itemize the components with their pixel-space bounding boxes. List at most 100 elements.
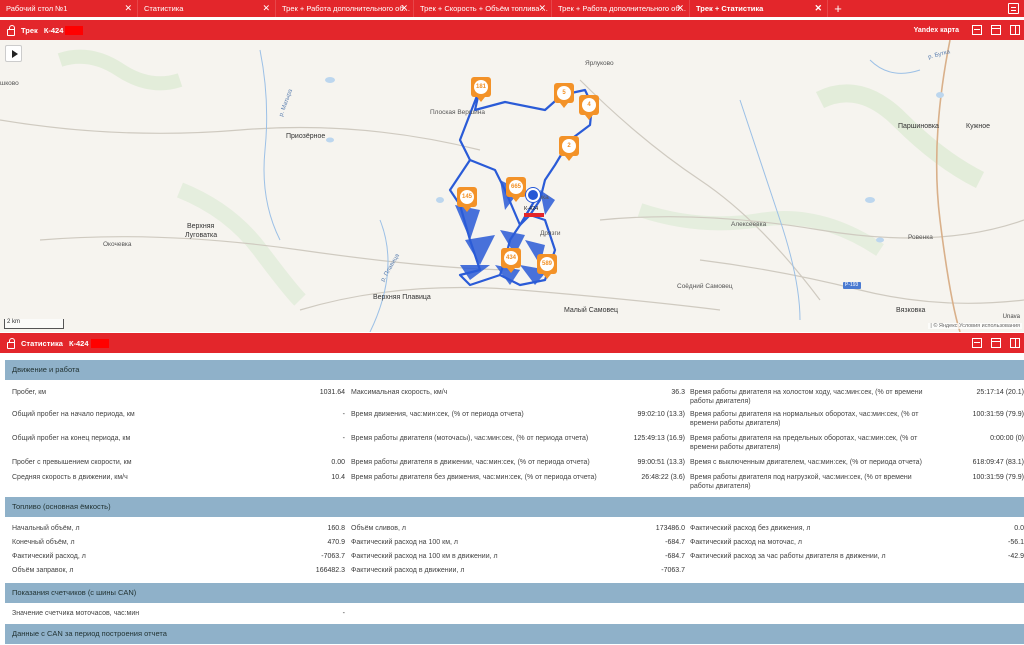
town-label: Кужное bbox=[966, 123, 990, 130]
split-icon[interactable] bbox=[1010, 25, 1020, 35]
add-tab-icon[interactable]: + bbox=[828, 0, 848, 17]
stat-value: 0.0 bbox=[1014, 525, 1024, 532]
stat-label: Время работы двигателя в движении, час:м… bbox=[351, 459, 590, 466]
lock-icon[interactable] bbox=[7, 24, 15, 36]
tab-statistics[interactable]: Статистика ✕ bbox=[138, 0, 276, 17]
map-copyright[interactable]: | © Яндекс Условия использования bbox=[928, 323, 1022, 329]
tab-track-extra-equipment[interactable]: Трек + Работа дополнительного об... ✕ bbox=[276, 0, 414, 17]
tab-label: Трек + Статистика bbox=[696, 4, 764, 13]
stat-label: Объём сливов, л bbox=[351, 525, 406, 532]
stop-marker[interactable]: 434 bbox=[501, 248, 521, 273]
scale-label: 2 km bbox=[7, 319, 21, 325]
tab-track-extra-equipment-2[interactable]: Трек + Работа дополнительного об... ✕ bbox=[552, 0, 690, 17]
town-label: Ярлуково bbox=[585, 60, 614, 67]
stats-panel-header: Статистика К-424 bbox=[0, 333, 1024, 353]
close-icon[interactable]: ✕ bbox=[676, 0, 684, 17]
town-label: Малый Самовец bbox=[564, 307, 619, 314]
stop-marker[interactable]: 181 bbox=[471, 77, 491, 102]
marker-count: 434 bbox=[504, 251, 518, 265]
stat-label: Значение счетчика моточасов, час:мин bbox=[12, 610, 140, 617]
export-icon[interactable] bbox=[972, 25, 982, 35]
town-label: Алексеевка bbox=[731, 221, 767, 228]
split-icon[interactable] bbox=[1010, 338, 1020, 348]
section-header-counters[interactable]: Показания счетчиков (с шины CAN) bbox=[5, 583, 1024, 603]
section-header-movement[interactable]: Движение и работа bbox=[5, 360, 1024, 380]
redacted-plate bbox=[524, 213, 544, 217]
stat-label: Общий пробег на начало периода, км bbox=[12, 411, 135, 418]
town-label: Дрязги bbox=[540, 230, 561, 237]
section-body-counters: Значение счетчика моточасов, час:мин - bbox=[5, 603, 1024, 623]
vehicle-tag: К-424 bbox=[524, 206, 544, 217]
stop-marker[interactable]: 589 bbox=[537, 254, 557, 279]
tab-desktop[interactable]: Рабочий стол №1 ✕ bbox=[0, 0, 138, 17]
close-icon[interactable]: ✕ bbox=[814, 0, 822, 17]
close-icon[interactable]: ✕ bbox=[124, 0, 132, 17]
window-icon[interactable] bbox=[991, 25, 1001, 35]
tab-label: Статистика bbox=[144, 4, 184, 13]
stat-value: 99:02:10 (13.3) bbox=[637, 411, 685, 418]
town-label: шково bbox=[0, 80, 19, 87]
stats-content[interactable]: Движение и работа Пробег, км 1031.64 Общ… bbox=[0, 354, 1024, 645]
stop-marker[interactable]: 4 bbox=[579, 95, 599, 120]
lock-icon[interactable] bbox=[7, 337, 15, 349]
stat-label: Средняя скорость в движении, км/ч bbox=[12, 474, 128, 481]
stat-value: 36.3 bbox=[671, 389, 685, 396]
stat-value: 26:48:22 (3.6) bbox=[641, 474, 685, 481]
stop-marker[interactable]: 2 bbox=[559, 136, 579, 161]
section-header-can[interactable]: Данные с CAN за период построения отчета bbox=[5, 624, 1024, 644]
stat-label: Фактический расход на моточас, л bbox=[690, 539, 802, 546]
town-label: Плоская Вершина bbox=[430, 109, 485, 116]
stat-value: -7063.7 bbox=[321, 553, 345, 560]
stat-label: Время с выключенным двигателем, час:мин:… bbox=[690, 459, 922, 466]
stat-value: - bbox=[342, 610, 345, 617]
tab-bar: Рабочий стол №1 ✕ Статистика ✕ Трек + Рабо… bbox=[0, 0, 1024, 17]
stat-label: Время работы двигателя (моточасы), час:м… bbox=[351, 435, 589, 442]
tab-track-statistics[interactable]: Трек + Статистика ✕ bbox=[690, 0, 828, 17]
panel-title: Трек bbox=[21, 25, 38, 35]
town-label: Луговатка bbox=[185, 232, 218, 239]
tab-track-speed-fuel[interactable]: Трек + Скорость + Объём топлива ... ✕ bbox=[414, 0, 552, 17]
marker-count: 589 bbox=[540, 257, 554, 271]
stat-value: 160.8 bbox=[327, 525, 345, 532]
close-icon[interactable]: ✕ bbox=[400, 0, 408, 17]
town-label: Окочевка bbox=[103, 241, 132, 248]
window-icon[interactable] bbox=[991, 338, 1001, 348]
stat-value: -684.7 bbox=[665, 553, 685, 560]
close-icon[interactable]: ✕ bbox=[538, 0, 546, 17]
stat-label: Время работы двигателя на холостом ходу,… bbox=[690, 389, 923, 405]
stop-marker[interactable]: 145 bbox=[457, 187, 477, 212]
stat-value: 0.00 bbox=[331, 459, 345, 466]
town-label: Соёдний Самовец bbox=[677, 283, 733, 290]
stat-value: 99:00:51 (13.3) bbox=[637, 459, 685, 466]
stat-label: Время движения, час:мин:сек, (% от перио… bbox=[351, 411, 524, 418]
stat-label: Пробег с превышением скорости, км bbox=[12, 459, 132, 466]
vehicle-tag-label: К-424 bbox=[524, 206, 539, 212]
export-icon[interactable] bbox=[972, 338, 982, 348]
stat-value: - bbox=[342, 435, 345, 442]
vehicle-name: К-424 bbox=[43, 25, 64, 35]
stat-value: -7063.7 bbox=[661, 567, 685, 574]
stat-value: 25:17:14 (20.1) bbox=[976, 389, 1024, 396]
marker-count: 665 bbox=[509, 180, 523, 194]
stat-value: 10.4 bbox=[331, 474, 345, 481]
stat-value: 166482.3 bbox=[315, 567, 345, 574]
stop-marker[interactable]: 665 bbox=[506, 177, 526, 202]
map-view[interactable]: шково Приозёрное Плоская Вершина Ярлуков… bbox=[0, 40, 1024, 332]
stat-label: Фактический расход без движения, л bbox=[690, 525, 811, 532]
play-track-button[interactable] bbox=[5, 45, 22, 62]
close-icon[interactable]: ✕ bbox=[262, 0, 270, 17]
track-panel-header: Трек К-424 Yandex карта bbox=[0, 20, 1024, 40]
section-header-fuel[interactable]: Топливо (основная ёмкость) bbox=[5, 497, 1024, 517]
stop-marker[interactable]: 5 bbox=[554, 83, 574, 108]
tab-label: Трек + Работа дополнительного об... bbox=[282, 4, 410, 13]
stat-label: Фактический расход на 100 км в движении,… bbox=[351, 553, 498, 560]
map-scale: 2 km bbox=[4, 319, 64, 329]
stat-value: 470.9 bbox=[327, 539, 345, 546]
menu-icon[interactable] bbox=[1008, 3, 1019, 14]
stat-value: -42.9 bbox=[1008, 553, 1024, 560]
vehicle-name: К-424 bbox=[68, 338, 89, 348]
marker-count: 2 bbox=[562, 139, 576, 153]
stat-label: Фактический расход, л bbox=[12, 553, 86, 560]
map-provider-select[interactable]: Yandex карта bbox=[914, 27, 959, 34]
vehicle-position-icon[interactable] bbox=[526, 188, 540, 202]
